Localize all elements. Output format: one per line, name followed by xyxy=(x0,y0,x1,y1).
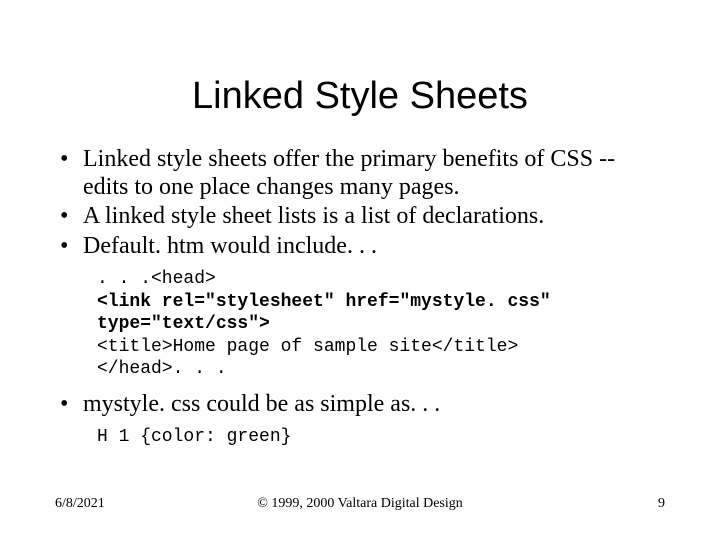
footer-copyright: © 1999, 2000 Valtara Digital Design xyxy=(55,496,665,512)
code-block-1: . . .<head> <link rel="stylesheet" href=… xyxy=(97,268,665,381)
code-line: <link rel="stylesheet" href="mystyle. cs… xyxy=(97,292,562,335)
slide: Linked Style Sheets Linked style sheets … xyxy=(0,0,720,540)
footer-page: 9 xyxy=(658,496,665,512)
bullet-item: A linked style sheet lists is a list of … xyxy=(55,203,665,231)
bullet-item: mystyle. css could be as simple as. . . xyxy=(55,391,665,419)
footer: 6/8/2021 © 1999, 2000 Valtara Digital De… xyxy=(55,496,665,512)
bullet-list: Linked style sheets offer the primary be… xyxy=(55,146,665,260)
footer-date: 6/8/2021 xyxy=(55,496,105,512)
code-line: . . .<head> xyxy=(97,269,216,289)
code-line: <title>Home page of sample site</title> xyxy=(97,337,518,357)
code-block-2: H 1 {color: green} xyxy=(97,426,665,449)
code-line: H 1 {color: green} xyxy=(97,427,291,447)
bullet-item: Default. htm would include. . . xyxy=(55,233,665,261)
bullet-item: Linked style sheets offer the primary be… xyxy=(55,146,665,201)
code-line: </head>. . . xyxy=(97,359,227,379)
slide-title: Linked Style Sheets xyxy=(55,75,665,118)
bullet-list: mystyle. css could be as simple as. . . xyxy=(55,391,665,419)
